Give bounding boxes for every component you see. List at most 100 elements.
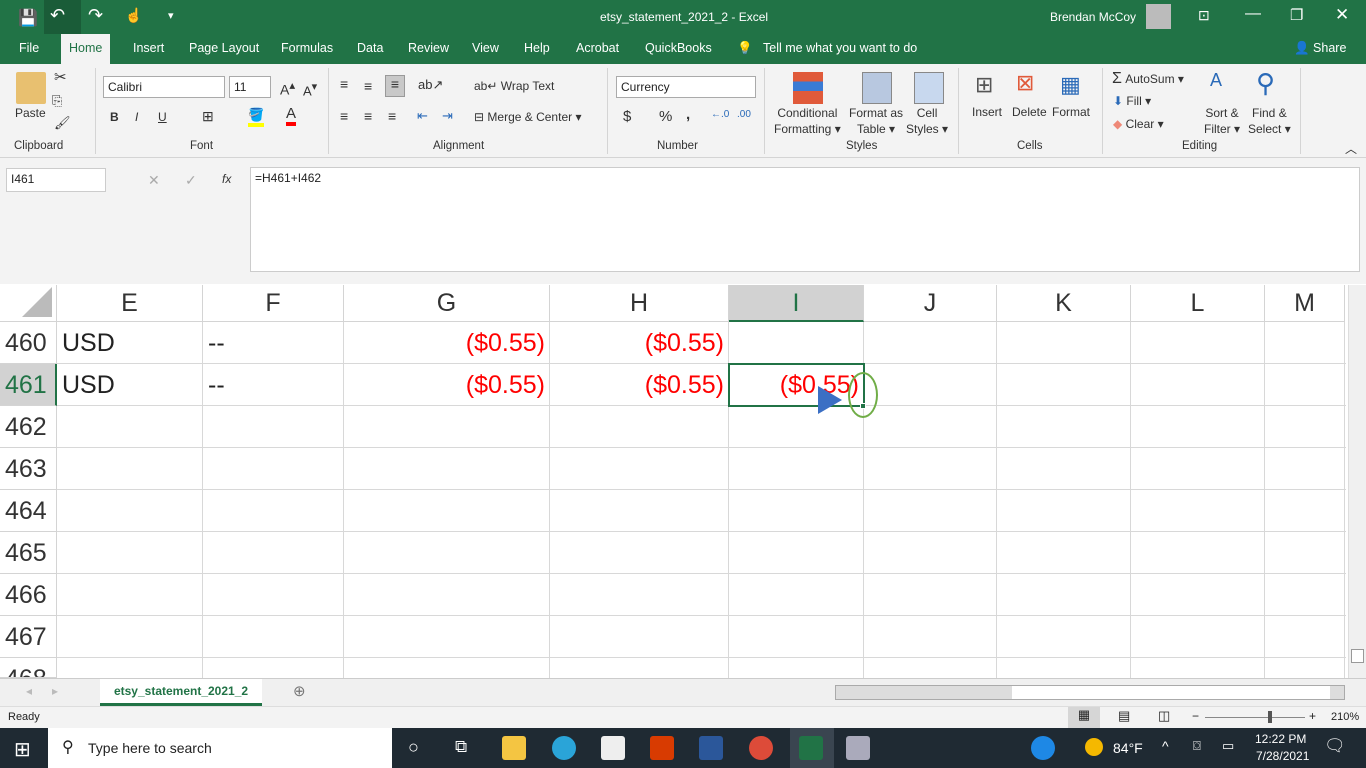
increase-indent-icon[interactable]: ⇥: [442, 108, 453, 124]
cancel-icon[interactable]: ✕: [148, 172, 160, 189]
touch-mode-icon[interactable]: ☝: [125, 7, 142, 24]
increase-font-icon[interactable]: A▴: [280, 78, 295, 98]
formula-input[interactable]: =H461+I462: [250, 167, 1360, 272]
paste-icon[interactable]: [16, 72, 46, 104]
tell-me-search[interactable]: Tell me what you want to do: [763, 41, 917, 55]
cell-F461[interactable]: --: [203, 364, 344, 406]
number-format-select[interactable]: Currency: [616, 76, 756, 98]
windows-start-icon[interactable]: ⊞: [14, 737, 31, 762]
cell-G461[interactable]: ($0.55): [344, 364, 550, 406]
tab-data[interactable]: Data: [357, 41, 383, 55]
column-header-F[interactable]: F: [203, 285, 344, 322]
italic-button[interactable]: I: [135, 110, 138, 124]
tab-file[interactable]: File: [19, 41, 39, 55]
store-icon[interactable]: [601, 736, 625, 760]
close-icon[interactable]: ✕: [1335, 5, 1349, 25]
column-header-H[interactable]: H: [550, 285, 729, 322]
office-icon[interactable]: [650, 736, 674, 760]
excel-icon[interactable]: [799, 736, 823, 760]
ribbon-display-icon[interactable]: ⊡: [1198, 7, 1210, 24]
sheet-tab-etsy-statement[interactable]: etsy_statement_2021_2: [100, 679, 262, 706]
tab-acrobat[interactable]: Acrobat: [576, 41, 619, 55]
find-select-icon[interactable]: ⚲: [1256, 68, 1275, 99]
cut-icon[interactable]: ✂: [54, 68, 67, 86]
borders-icon[interactable]: ⊞: [202, 108, 214, 125]
orientation-icon[interactable]: ab↗: [418, 77, 443, 93]
clock-time[interactable]: 12:22 PM: [1255, 732, 1306, 746]
format-painter-icon[interactable]: 🖌: [54, 115, 71, 131]
undo-icon[interactable]: ↶: [50, 5, 65, 26]
row-header-466[interactable]: 466: [0, 574, 57, 616]
row-header-464[interactable]: 464: [0, 490, 57, 532]
fill-button[interactable]: ⬇ Fill ▾: [1113, 94, 1151, 108]
row-header-463[interactable]: 463: [0, 448, 57, 490]
comma-button[interactable]: ,: [686, 106, 690, 123]
cell-H461[interactable]: ($0.55): [550, 364, 729, 406]
row-header-461[interactable]: 461: [0, 364, 57, 406]
bottom-align-icon[interactable]: ≡: [385, 75, 405, 97]
row-header-467[interactable]: 467: [0, 616, 57, 658]
cell-I460[interactable]: [729, 322, 864, 364]
accounting-format-button[interactable]: $: [623, 108, 631, 125]
zoom-in-icon[interactable]: +: [1309, 709, 1316, 723]
horizontal-scrollbar[interactable]: [835, 685, 1345, 700]
format-as-table-icon[interactable]: [862, 72, 892, 104]
user-name[interactable]: Brendan McCoy: [1050, 10, 1136, 24]
scroll-sheets-right-icon[interactable]: ▸: [52, 684, 58, 698]
row-header-460[interactable]: 460: [0, 322, 57, 364]
page-layout-view-icon[interactable]: ▤: [1118, 708, 1130, 724]
font-color-icon[interactable]: A: [286, 105, 297, 126]
insert-button[interactable]: Insert: [972, 105, 1002, 119]
help-icon[interactable]: [1031, 736, 1055, 760]
show-hidden-icons[interactable]: ^: [1162, 738, 1169, 754]
row-header-465[interactable]: 465: [0, 532, 57, 574]
sort-filter-icon[interactable]: A: [1210, 70, 1222, 91]
enter-icon[interactable]: ✓: [185, 172, 197, 189]
insert-function-icon[interactable]: fx: [222, 172, 231, 186]
format-as-table-button[interactable]: Format as Table ▾: [849, 105, 903, 137]
tab-help[interactable]: Help: [524, 41, 550, 55]
cell-styles-icon[interactable]: [914, 72, 944, 104]
cell-H460[interactable]: ($0.55): [550, 322, 729, 364]
format-cells-icon[interactable]: ▦: [1060, 72, 1081, 98]
zoom-level[interactable]: 210%: [1331, 711, 1359, 723]
conditional-formatting-icon[interactable]: [793, 72, 823, 104]
autosum-button[interactable]: Σ AutoSum ▾: [1112, 70, 1184, 88]
font-name-select[interactable]: Calibri: [103, 76, 225, 98]
meet-now-icon[interactable]: ⌼: [1193, 738, 1201, 754]
delete-cells-icon[interactable]: ⊠: [1016, 70, 1034, 96]
sort-filter-button[interactable]: Sort & Filter ▾: [1204, 105, 1240, 137]
weather-temp[interactable]: 84°F: [1113, 740, 1143, 756]
column-header-I[interactable]: I: [729, 285, 864, 322]
align-center-icon[interactable]: ≡: [364, 108, 372, 124]
taskbar-search[interactable]: ⚲ Type here to search: [48, 728, 392, 768]
align-left-icon[interactable]: ≡: [340, 108, 348, 124]
fill-color-icon[interactable]: 🪣: [248, 107, 265, 127]
tab-formulas[interactable]: Formulas: [281, 41, 333, 55]
scroll-sheets-left-icon[interactable]: ◂: [26, 684, 32, 698]
avatar[interactable]: [1146, 4, 1171, 29]
column-header-E[interactable]: E: [57, 285, 203, 322]
column-header-G[interactable]: G: [344, 285, 550, 322]
name-box[interactable]: I461: [6, 168, 106, 192]
row-header-462[interactable]: 462: [0, 406, 57, 448]
file-explorer-icon[interactable]: [502, 736, 526, 760]
cell-styles-button[interactable]: Cell Styles ▾: [906, 105, 948, 137]
insert-cells-icon[interactable]: ⊞: [975, 72, 993, 98]
task-view-icon[interactable]: ⧉: [455, 737, 467, 757]
chrome-icon[interactable]: [749, 736, 773, 760]
vertical-scrollbar[interactable]: [1348, 285, 1366, 678]
column-header-K[interactable]: K: [997, 285, 1131, 322]
increase-decimal-icon[interactable]: ←.0: [711, 109, 729, 120]
cell-E460[interactable]: USD: [57, 322, 203, 364]
notifications-icon[interactable]: 🗨: [1324, 736, 1346, 756]
restore-icon[interactable]: ❐: [1290, 6, 1303, 24]
share-button[interactable]: 👤 Share: [1294, 41, 1346, 56]
clear-button[interactable]: ◆ Clear ▾: [1113, 117, 1164, 131]
new-sheet-icon[interactable]: ⊕: [293, 682, 306, 700]
find-select-button[interactable]: Find & Select ▾: [1248, 105, 1291, 137]
decrease-indent-icon[interactable]: ⇤: [417, 108, 428, 124]
clock-date[interactable]: 7/28/2021: [1256, 749, 1309, 763]
page-break-view-icon[interactable]: ◫: [1158, 708, 1170, 724]
weather-icon[interactable]: [1085, 738, 1103, 756]
